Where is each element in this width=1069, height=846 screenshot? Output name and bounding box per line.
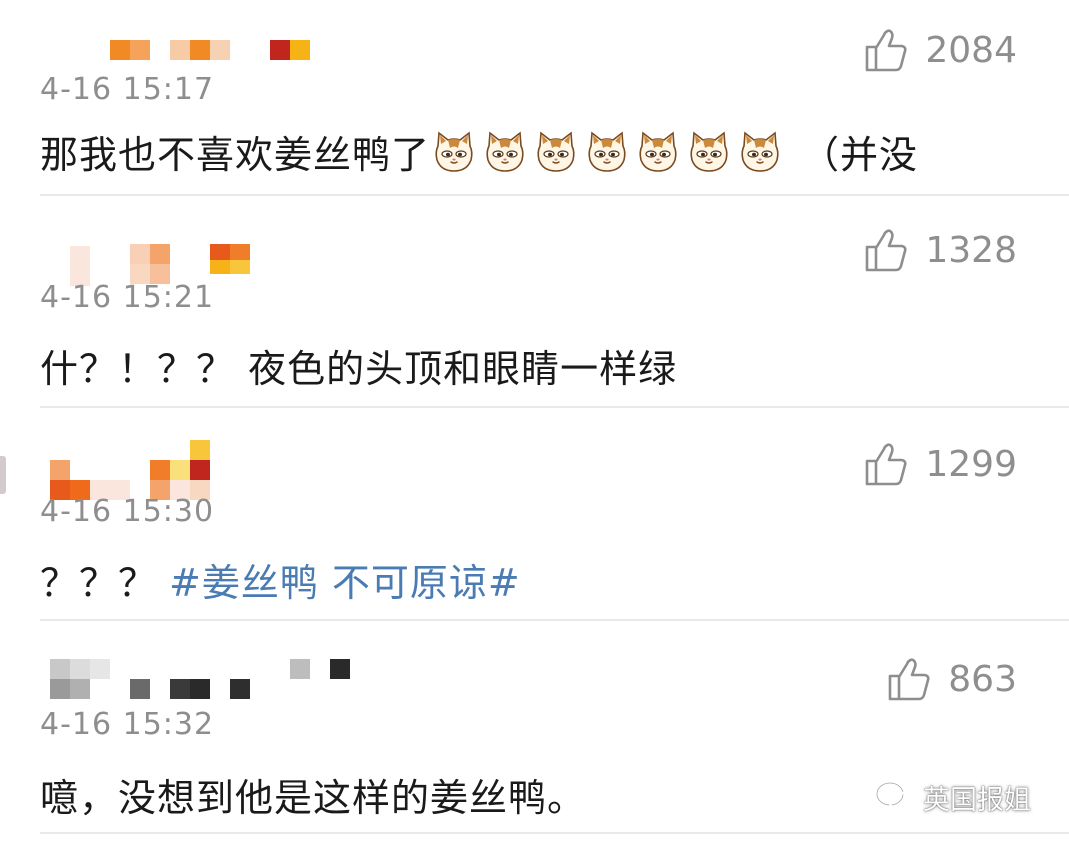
like-count: 2084 xyxy=(925,29,1017,71)
like-button[interactable]: 2084 xyxy=(863,26,1017,74)
like-button[interactable]: 863 xyxy=(886,655,1017,703)
like-count: 1299 xyxy=(925,443,1017,485)
hashtag-link[interactable]: #姜丝鸭 不可原谅# xyxy=(169,552,521,607)
cat-face-icon xyxy=(483,130,527,174)
comment-time: 4-16 15:30 xyxy=(40,494,215,529)
like-count: 1328 xyxy=(925,229,1017,271)
comment-text: 什？！？？ 夜色的头顶和眼睛一样绿 xyxy=(40,338,677,393)
comment-item: 1328 4-16 15:21 什？！？？ 夜色的头顶和眼睛一样绿 xyxy=(0,196,1069,408)
comment-time: 4-16 15:21 xyxy=(40,280,215,315)
comment-body: 那我也不喜欢姜丝鸭了 xyxy=(40,133,431,177)
comment-time: 4-16 15:32 xyxy=(40,707,215,742)
thumbs-up-icon xyxy=(863,226,911,274)
comment-text: ？？？ #姜丝鸭 不可原谅# xyxy=(40,552,521,607)
comment-text: 噫，没想到他是这样的姜丝鸭。 xyxy=(40,767,586,822)
comment-body: ？？？ xyxy=(40,561,158,605)
like-button[interactable]: 1328 xyxy=(863,226,1017,274)
thumbs-up-icon xyxy=(886,655,934,703)
comment-item: 1299 4-16 15:30 ？？？ #姜丝鸭 不可原谅# xyxy=(0,408,1069,621)
comment-text: 那我也不喜欢姜丝鸭了 （并没 xyxy=(40,124,918,179)
watermark-label: 英国报姐 xyxy=(923,785,1031,816)
comment-body-tail: （并没 xyxy=(801,133,919,177)
wechat-icon xyxy=(875,781,914,812)
thumbs-up-icon xyxy=(863,26,911,74)
like-count: 863 xyxy=(948,658,1017,700)
cat-face-icon xyxy=(636,130,680,174)
comment-body: 噫，没想到他是这样的姜丝鸭。 xyxy=(40,776,587,820)
comment-body: 什？！？？ 夜色的头顶和眼睛一样绿 xyxy=(40,347,678,391)
thumbs-up-icon xyxy=(863,440,911,488)
cat-face-icon xyxy=(585,130,629,174)
username-mosaic xyxy=(40,438,440,500)
comment-item: 2084 4-16 15:17 那我也不喜欢姜丝鸭了 （并没 xyxy=(0,0,1069,196)
emoji-row xyxy=(432,130,789,174)
comment-time: 4-16 15:17 xyxy=(40,72,215,107)
cat-face-icon xyxy=(534,130,578,174)
cat-face-icon xyxy=(432,130,476,174)
cat-face-icon xyxy=(687,130,731,174)
watermark: 英国报姐 xyxy=(875,778,1031,817)
divider xyxy=(40,832,1069,834)
cat-face-icon xyxy=(738,130,782,174)
like-button[interactable]: 1299 xyxy=(863,440,1017,488)
